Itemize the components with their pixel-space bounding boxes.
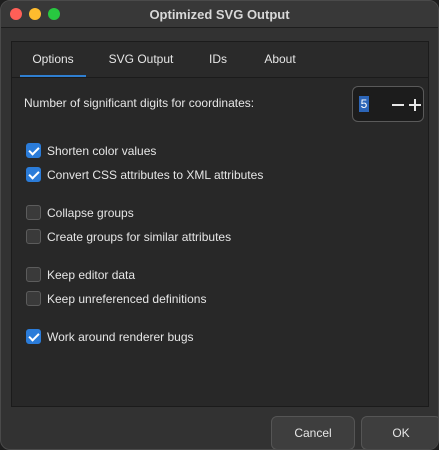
window-title: Optimized SVG Output xyxy=(149,7,290,22)
digits-spinbox[interactable]: 5 xyxy=(352,86,424,122)
create-groups-label: Create groups for similar attributes xyxy=(47,230,232,244)
digits-value[interactable]: 5 xyxy=(359,96,369,112)
shorten-color-label: Shorten color values xyxy=(47,144,157,158)
options-panel: Number of significant digits for coordin… xyxy=(11,77,429,407)
keep-unreferenced-label: Keep unreferenced definitions xyxy=(47,292,207,306)
plus-icon-vertical xyxy=(414,99,416,111)
shorten-color-checkbox[interactable] xyxy=(26,143,41,158)
tab-about[interactable]: About xyxy=(252,42,308,76)
keep-editor-data-checkbox[interactable] xyxy=(26,267,41,282)
minus-icon xyxy=(392,104,404,106)
tab-options[interactable]: Options xyxy=(20,42,86,76)
digits-label: Number of significant digits for coordin… xyxy=(24,96,255,110)
convert-css-checkbox[interactable] xyxy=(26,167,41,182)
create-groups-checkbox[interactable] xyxy=(26,229,41,244)
tab-ids[interactable]: IDs xyxy=(196,42,240,76)
keep-editor-data-label: Keep editor data xyxy=(47,268,136,282)
tab-bar: Options SVG Output IDs About xyxy=(11,41,429,78)
keep-unreferenced-checkbox[interactable] xyxy=(26,291,41,306)
dialog-window: Optimized SVG Output Options SVG Output … xyxy=(0,0,439,450)
collapse-groups-label: Collapse groups xyxy=(47,206,134,220)
title-bar[interactable]: Optimized SVG Output xyxy=(1,1,438,28)
convert-css-label: Convert CSS attributes to XML attributes xyxy=(47,168,264,182)
renderer-bugs-label: Work around renderer bugs xyxy=(47,330,194,344)
collapse-groups-checkbox[interactable] xyxy=(26,205,41,220)
ok-button[interactable]: OK xyxy=(361,416,438,449)
renderer-bugs-checkbox[interactable] xyxy=(26,329,41,344)
tab-svg-output[interactable]: SVG Output xyxy=(96,42,186,76)
cancel-button[interactable]: Cancel xyxy=(271,416,355,449)
